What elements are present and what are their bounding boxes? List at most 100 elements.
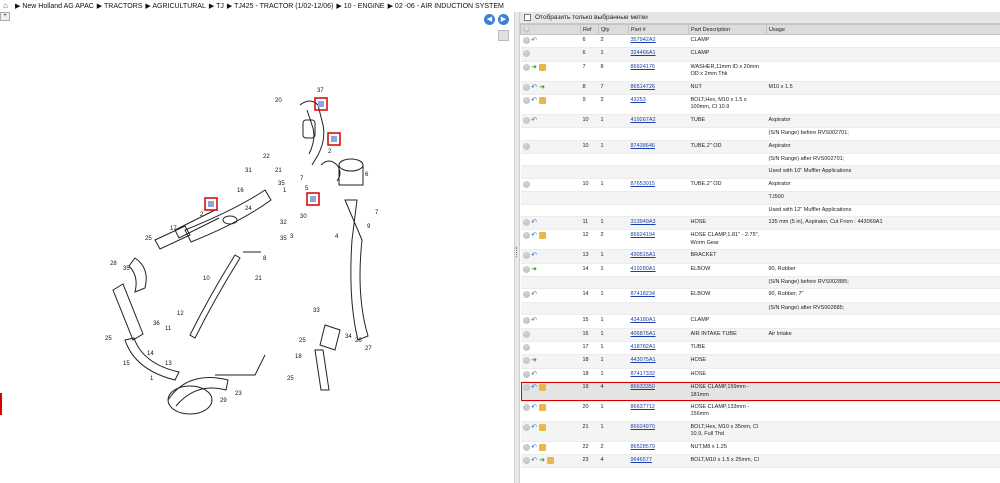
- info-icon[interactable]: i: [522, 219, 530, 227]
- package-icon[interactable]: [538, 403, 546, 411]
- return-arrow-icon[interactable]: ↶: [531, 371, 538, 378]
- package-icon[interactable]: [538, 384, 546, 392]
- info-icon[interactable]: i: [522, 370, 530, 378]
- info-icon[interactable]: i: [522, 83, 530, 91]
- part-number-link[interactable]: 86624970: [631, 424, 655, 430]
- table-row[interactable]: i ↶ 18 1 87417332 HOSE: [520, 368, 1000, 383]
- part-number-link[interactable]: 87418234: [631, 291, 655, 297]
- part-number-link[interactable]: 357942A2: [631, 37, 656, 43]
- info-icon[interactable]: i: [522, 265, 530, 273]
- return-arrow-icon[interactable]: ↶: [531, 317, 538, 324]
- part-number-link[interactable]: 86637712: [631, 404, 655, 410]
- forward-arrow-icon[interactable]: ➜: [531, 266, 538, 273]
- return-arrow-icon[interactable]: ↶: [531, 444, 538, 451]
- prev-diagram-button[interactable]: ◀: [484, 14, 495, 25]
- info-icon[interactable]: i: [522, 443, 530, 451]
- part-number-link[interactable]: 313949A3: [631, 219, 656, 225]
- return-arrow-icon[interactable]: ↶: [531, 252, 538, 259]
- package-icon[interactable]: [538, 63, 546, 71]
- column-header[interactable]: Part #: [628, 24, 689, 35]
- info-icon[interactable]: i: [522, 232, 530, 240]
- package-icon[interactable]: [538, 443, 546, 451]
- settings-icon[interactable]: ⚙: [523, 26, 530, 33]
- info-icon[interactable]: i: [522, 343, 530, 351]
- expand-icon[interactable]: +: [0, 12, 10, 21]
- table-row[interactable]: i ↶ 12 2 86624194 HOSE CLAMP,1.81" - 2.75", W…: [520, 229, 1000, 251]
- part-number-link[interactable]: 9646577: [631, 457, 652, 463]
- return-arrow-icon[interactable]: ↶: [531, 457, 538, 464]
- table-row[interactable]: TJ500: [520, 191, 1000, 205]
- table-row[interactable]: i ↶ ➜ 23 4 9646577 BOLT,M10 x 1.5 x 25mm, Cl: [520, 454, 1000, 469]
- info-icon[interactable]: i: [522, 96, 530, 104]
- info-icon[interactable]: i: [522, 180, 530, 188]
- return-arrow-icon[interactable]: ↶: [531, 219, 538, 226]
- breadcrumb-item[interactable]: ▶ TJ: [209, 2, 224, 10]
- splitter-grip[interactable]: [516, 247, 518, 257]
- part-number-link[interactable]: 86624194: [631, 232, 655, 238]
- return-arrow-icon[interactable]: ↶: [531, 117, 538, 124]
- part-number-link[interactable]: 324466A1: [631, 50, 656, 56]
- part-number-link[interactable]: 86514726: [631, 84, 655, 90]
- part-number-link[interactable]: 419267A2: [631, 117, 656, 123]
- table-row[interactable]: (S/N Range) before RVS002701;: [520, 127, 1000, 141]
- table-row[interactable]: i 17 1 418782A1 TUBE: [520, 341, 1000, 356]
- table-row[interactable]: i ↶ 14 1 87418234 ELBOW 90, Rubber, 7": [520, 288, 1000, 303]
- return-arrow-icon[interactable]: ↶: [531, 424, 538, 431]
- table-row[interactable]: i ↶ 21 1 86624970 BOLT,Hex, M10 x 35mm, Cl 10…: [520, 421, 1000, 442]
- part-number-link[interactable]: 406876A1: [631, 331, 656, 337]
- return-arrow-icon[interactable]: ↶: [531, 97, 538, 104]
- info-icon[interactable]: i: [522, 37, 530, 44]
- table-row[interactable]: Used with 12" Muffler Applications: [520, 204, 1000, 218]
- package-icon[interactable]: [538, 232, 546, 240]
- column-header[interactable]: Part Description: [688, 24, 767, 35]
- table-row[interactable]: Used with 10" Muffler Applications: [520, 165, 1000, 179]
- table-row[interactable]: i ↶ 9 2 43253 BOLT,Hex, M10 x 1.5 x 100mm, Cl…: [520, 94, 1000, 115]
- package-icon[interactable]: [538, 423, 546, 431]
- table-row[interactable]: i ➜ 14 1 419280A1 ELBOW 90, Rubber: [520, 263, 1000, 278]
- next-diagram-button[interactable]: ▶: [498, 14, 509, 25]
- return-arrow-icon[interactable]: ↶: [531, 37, 538, 44]
- info-icon[interactable]: i: [522, 317, 530, 325]
- return-arrow-icon[interactable]: ↶: [531, 232, 538, 239]
- home-icon[interactable]: ⌂: [3, 2, 12, 10]
- return-arrow-icon[interactable]: ↶: [531, 404, 538, 411]
- part-number-link[interactable]: 87438646: [631, 143, 655, 149]
- forward-arrow-icon[interactable]: ➜: [531, 357, 538, 364]
- breadcrumb-item[interactable]: ▶ TJ425 - TRACTOR (1/02-12/06): [227, 2, 334, 10]
- table-row[interactable]: i ↶ ➜ 8 7 86514726 NUT M10 x 1.5: [520, 81, 1000, 95]
- part-number-link[interactable]: 86633350: [631, 384, 655, 390]
- table-row[interactable]: (S/N Range) before RVS002885;: [520, 276, 1000, 290]
- table-row[interactable]: i ↶ 6 2 357942A2 CLAMP: [520, 34, 1000, 49]
- info-icon[interactable]: i: [522, 116, 530, 124]
- table-row[interactable]: i ↶ 20 1 86637712 HOSE CLAMP,133mm - 156mm: [520, 401, 1000, 422]
- part-number-link[interactable]: 419280A1: [631, 266, 656, 272]
- breadcrumb-item[interactable]: ▶ New Holland AG APAC: [15, 2, 94, 10]
- info-icon[interactable]: i: [522, 142, 530, 150]
- info-icon[interactable]: i: [522, 252, 530, 260]
- part-number-link[interactable]: 430515A1: [631, 252, 656, 258]
- part-number-link[interactable]: 434180A1: [631, 317, 656, 323]
- table-row[interactable]: (S/N Range) after RVS002885;: [520, 302, 1000, 316]
- return-arrow-icon[interactable]: ↶: [531, 84, 538, 91]
- info-icon[interactable]: i: [522, 384, 530, 392]
- forward-arrow-icon[interactable]: ➜: [539, 457, 546, 464]
- part-number-link[interactable]: 87653015: [631, 181, 655, 187]
- table-row[interactable]: i 6 1 324466A1 CLAMP: [520, 47, 1000, 62]
- show-selected-checkbox[interactable]: [524, 14, 531, 21]
- breadcrumb-item[interactable]: ▶ AGRICULTURAL: [145, 2, 206, 10]
- column-header[interactable]: Qty: [598, 24, 629, 35]
- zoom-toggle-button[interactable]: [498, 30, 509, 41]
- info-icon[interactable]: i: [522, 403, 530, 411]
- package-icon[interactable]: [538, 96, 546, 104]
- column-header[interactable]: Usage: [766, 24, 1000, 35]
- part-number-link[interactable]: 86528579: [631, 444, 655, 450]
- part-number-link[interactable]: 87417332: [631, 371, 655, 377]
- package-icon[interactable]: [546, 457, 554, 465]
- info-icon[interactable]: i: [522, 291, 530, 299]
- breadcrumb-item[interactable]: ▶ TRACTORS: [97, 2, 143, 10]
- part-number-link[interactable]: 43253: [631, 97, 646, 103]
- info-icon[interactable]: i: [522, 330, 530, 338]
- info-icon[interactable]: i: [522, 357, 530, 365]
- table-row[interactable]: i 10 1 87438646 TUBE,2" OD Aspirator: [520, 140, 1000, 154]
- table-row[interactable]: i ↶ 10 1 419267A2 TUBE Aspirator: [520, 114, 1000, 129]
